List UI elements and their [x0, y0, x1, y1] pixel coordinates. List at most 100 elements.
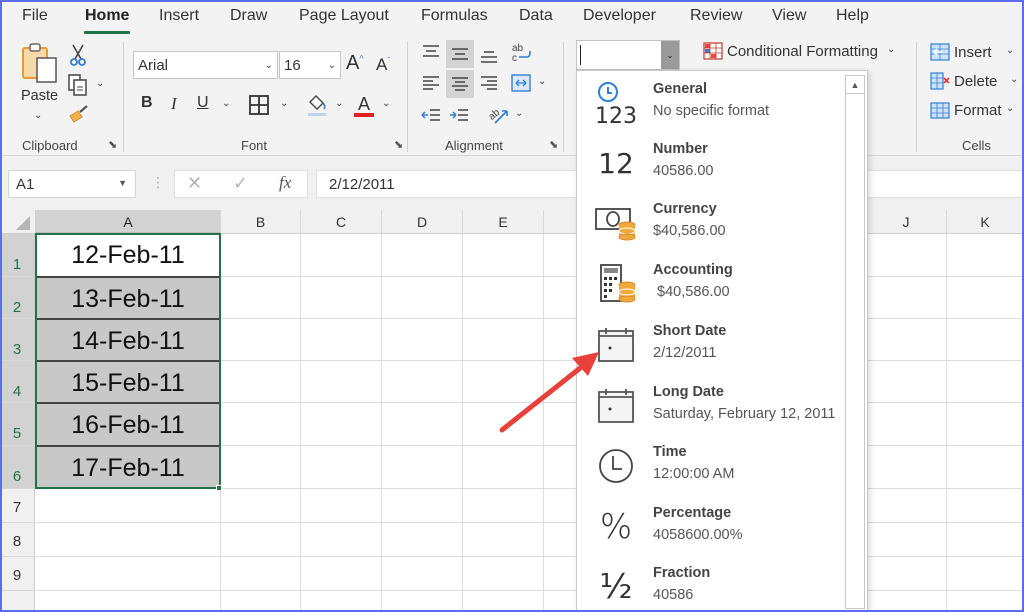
font-size-combo[interactable]: 16 ⌄: [279, 51, 341, 79]
cell-a5[interactable]: 16-Feb-11: [36, 402, 220, 446]
chevron-down-icon[interactable]: ▼: [118, 178, 127, 188]
underline-chevron-icon[interactable]: ⌄: [222, 98, 230, 109]
row-header-3[interactable]: 3: [0, 319, 35, 361]
clipboard-launcher-icon[interactable]: ⬊: [108, 138, 117, 151]
align-center-icon[interactable]: [446, 70, 474, 98]
format-option-short-date[interactable]: Short Date 2/12/2011: [577, 315, 847, 375]
paste-chevron-icon[interactable]: ⌄: [34, 110, 42, 121]
font-name-combo[interactable]: Arial ⌄: [133, 51, 278, 79]
insert-cells-icon[interactable]: [930, 43, 950, 61]
insert-chevron-icon[interactable]: ⌄: [1006, 45, 1014, 56]
tab-data[interactable]: Data: [519, 7, 553, 25]
name-box[interactable]: A1 ▼: [8, 170, 136, 198]
tab-insert[interactable]: Insert: [159, 7, 199, 25]
formula-bar-grip-icon[interactable]: ⋮: [151, 174, 165, 191]
cell-a3[interactable]: 14-Feb-11: [36, 318, 220, 361]
tab-page-layout[interactable]: Page Layout: [299, 7, 389, 25]
delete-cells-icon[interactable]: [930, 72, 950, 90]
top-align-icon[interactable]: [420, 40, 442, 62]
copy-chevron-icon[interactable]: ⌄: [96, 78, 104, 89]
row-header-4[interactable]: 4: [0, 361, 35, 403]
format-option-general[interactable]: 123 General No specific format: [577, 73, 847, 133]
column-header-b[interactable]: B: [221, 210, 301, 234]
wrap-text-icon[interactable]: ab c: [509, 40, 533, 64]
fill-color-icon[interactable]: [306, 92, 328, 118]
paste-button[interactable]: Paste: [21, 88, 58, 104]
orientation-chevron-icon[interactable]: ⌄: [515, 108, 523, 119]
cell-a6[interactable]: 17-Feb-11: [36, 445, 220, 489]
format-cells-icon[interactable]: [930, 101, 950, 119]
borders-chevron-icon[interactable]: ⌄: [280, 98, 288, 109]
insert-cells-button[interactable]: Insert: [954, 44, 992, 61]
increase-indent-icon[interactable]: [448, 104, 470, 126]
format-chevron-icon[interactable]: ⌄: [1006, 103, 1014, 114]
underline-button[interactable]: U: [197, 94, 209, 112]
scroll-up-icon[interactable]: ▲: [846, 76, 864, 94]
merge-chevron-icon[interactable]: ⌄: [538, 76, 546, 87]
dropdown-scrollbar[interactable]: ▲: [845, 75, 865, 609]
tab-review[interactable]: Review: [690, 7, 742, 25]
format-option-time[interactable]: Time 12:00:00 AM: [577, 436, 847, 496]
format-option-accounting[interactable]: Accounting $40,586.00: [577, 254, 847, 314]
font-color-chevron-icon[interactable]: ⌄: [382, 98, 390, 109]
row-header-5[interactable]: 5: [0, 403, 35, 446]
orientation-icon[interactable]: ab: [486, 102, 512, 128]
format-painter-icon[interactable]: [68, 104, 90, 124]
cut-icon[interactable]: [68, 44, 88, 66]
format-option-percentage[interactable]: % Percentage 4058600.00%: [577, 497, 847, 557]
cancel-icon[interactable]: ✕: [187, 173, 202, 194]
merge-center-icon[interactable]: [509, 72, 533, 94]
font-launcher-icon[interactable]: ⬊: [394, 138, 403, 151]
insert-function-icon[interactable]: fx: [279, 173, 291, 193]
align-right-icon[interactable]: [478, 72, 500, 94]
fill-handle[interactable]: [216, 485, 222, 491]
enter-icon[interactable]: ✓: [233, 173, 248, 194]
font-color-button[interactable]: A: [352, 90, 376, 118]
middle-align-icon[interactable]: [446, 40, 474, 68]
copy-icon[interactable]: [67, 74, 89, 96]
conditional-formatting-icon[interactable]: [703, 42, 723, 60]
italic-button[interactable]: I: [171, 94, 177, 114]
column-header-k[interactable]: K: [947, 210, 1024, 234]
decrease-font-size-button[interactable]: Aˇ: [376, 55, 390, 75]
number-format-combo[interactable]: ⌄: [576, 40, 680, 70]
bottom-align-icon[interactable]: [478, 46, 500, 68]
tab-developer[interactable]: Developer: [583, 7, 656, 25]
row-header-8[interactable]: 8: [0, 523, 35, 557]
format-option-long-date[interactable]: Long Date Saturday, February 12, 2011: [577, 376, 847, 436]
decrease-indent-icon[interactable]: [420, 104, 442, 126]
column-header-d[interactable]: D: [382, 210, 463, 234]
tab-help[interactable]: Help: [836, 7, 869, 25]
format-option-currency[interactable]: Currency $40,586.00: [577, 193, 847, 253]
tab-home[interactable]: Home: [83, 7, 131, 34]
row-header-1[interactable]: 1: [0, 234, 35, 277]
cell-a2[interactable]: 13-Feb-11: [36, 276, 220, 319]
column-header-a[interactable]: A: [36, 210, 221, 234]
column-header-e[interactable]: E: [463, 210, 544, 234]
number-format-dropdown-button[interactable]: ⌄: [661, 41, 679, 69]
tab-formulas[interactable]: Formulas: [421, 7, 488, 25]
format-option-number[interactable]: 12 Number 40586.00: [577, 133, 847, 193]
conditional-formatting-chevron-icon[interactable]: ⌄: [887, 44, 895, 55]
row-header-2[interactable]: 2: [0, 277, 35, 319]
borders-icon[interactable]: [248, 94, 270, 116]
select-all-button[interactable]: [0, 210, 36, 234]
bold-button[interactable]: B: [141, 94, 153, 112]
alignment-launcher-icon[interactable]: ⬊: [549, 138, 558, 151]
format-cells-button[interactable]: Format: [954, 102, 1002, 119]
cell-a4[interactable]: 15-Feb-11: [36, 360, 220, 403]
tab-draw[interactable]: Draw: [230, 7, 267, 25]
row-header-10[interactable]: [0, 591, 35, 612]
paste-icon[interactable]: [20, 42, 60, 84]
cell-a1[interactable]: 12-Feb-11: [36, 234, 220, 277]
row-header-6[interactable]: 6: [0, 446, 35, 489]
increase-font-size-button[interactable]: A^: [346, 52, 364, 75]
tab-view[interactable]: View: [772, 7, 806, 25]
delete-cells-button[interactable]: Delete: [954, 73, 997, 90]
fill-color-chevron-icon[interactable]: ⌄: [335, 98, 343, 109]
delete-chevron-icon[interactable]: ⌄: [1010, 74, 1018, 85]
align-left-icon[interactable]: [420, 72, 442, 94]
format-option-fraction[interactable]: ½ Fraction 40586: [577, 557, 847, 612]
column-header-c[interactable]: C: [301, 210, 382, 234]
conditional-formatting-button[interactable]: Conditional Formatting: [727, 43, 878, 60]
